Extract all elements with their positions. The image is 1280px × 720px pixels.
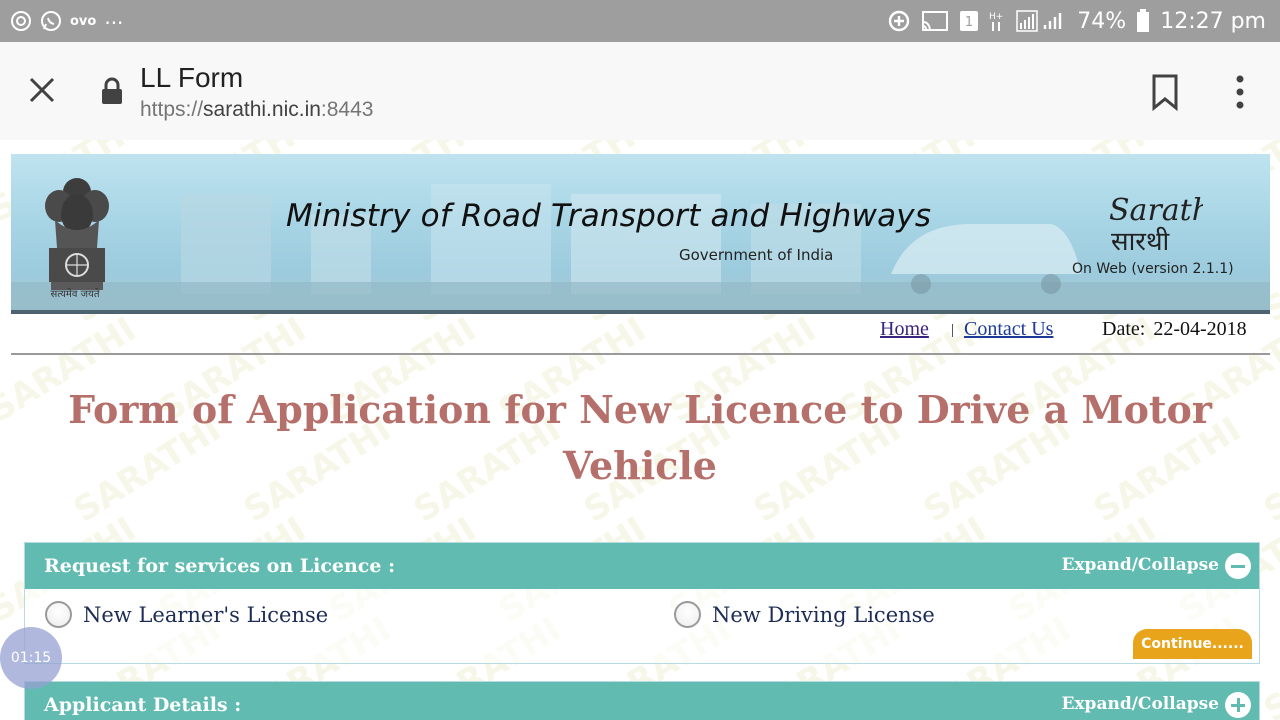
ovo-app-label: ovo — [70, 13, 97, 29]
radio-new-learners-license[interactable] — [45, 601, 72, 628]
overflow-menu-icon[interactable] — [1226, 72, 1254, 112]
radio-new-driving-license[interactable] — [674, 601, 701, 628]
home-link[interactable]: Home — [880, 318, 929, 341]
current-date: Date: 22-04-2018 — [1102, 318, 1247, 341]
bookmark-icon[interactable] — [1148, 72, 1182, 112]
expand-collapse-toggle[interactable]: Expand/Collapse — [1061, 694, 1219, 714]
signal-strength-icon — [1015, 9, 1067, 33]
data-saver-icon — [887, 9, 911, 33]
battery-percent: 74% — [1077, 8, 1127, 34]
option-new-learners-license[interactable]: New Learner's License — [45, 601, 328, 628]
camera-icon — [10, 10, 32, 32]
form-title: Form of Application for New Licence to D… — [68, 387, 1212, 488]
network-hplus-icon: H+ — [989, 9, 1005, 33]
expand-collapse-toggle[interactable]: Expand/Collapse — [1061, 555, 1219, 575]
sarathi-logo: Sarathi सारथी — [1109, 193, 1203, 254]
collapse-icon[interactable] — [1225, 553, 1251, 579]
browser-toolbar: LL Form https://sarathi.nic.in:8443 — [0, 42, 1280, 140]
sim-card-icon: 1 — [959, 10, 979, 32]
sim-number: 1 — [965, 15, 973, 30]
applicant-details-title: Applicant Details : — [44, 694, 242, 716]
status-bar: ovo ... 1 H+ 74% 12:27 pm — [0, 0, 1280, 42]
government-name: Government of India — [679, 246, 834, 264]
national-emblem-icon — [45, 178, 109, 290]
applicant-details-panel-header[interactable]: Applicant Details : Expand/Collapse — [25, 682, 1259, 720]
battery-icon — [1136, 9, 1150, 33]
whatsapp-icon — [40, 10, 62, 32]
option-label: New Learner's License — [83, 602, 329, 627]
cast-icon — [921, 10, 949, 32]
recording-timer-overlay[interactable]: 01:15 — [0, 627, 62, 689]
nav-bar: Home | Contact Us Date: 22-04-2018 — [0, 316, 1270, 348]
page-title: LL Form — [140, 62, 244, 93]
ministry-name: Ministry of Road Transport and Highways — [286, 198, 932, 234]
lock-icon[interactable] — [100, 76, 124, 106]
url-display[interactable]: https://sarathi.nic.in:8443 — [140, 98, 373, 122]
watermark-text: SARATHI — [1256, 609, 1280, 720]
divider — [11, 353, 1270, 355]
continue-button[interactable]: Continue...... — [1133, 629, 1252, 659]
header-banner: सत्यमेव जयते Ministry of Road Transport … — [11, 154, 1270, 314]
contact-us-link[interactable]: Contact Us — [964, 318, 1053, 341]
close-tab-button[interactable] — [22, 70, 62, 110]
expand-icon[interactable] — [1225, 692, 1251, 718]
applicant-details-panel: Applicant Details : Expand/Collapse — [24, 681, 1260, 720]
sarathi-logo-text: Sarathi — [1109, 193, 1203, 228]
url-host: sarathi.nic.in — [203, 98, 321, 121]
date-value: 22-04-2018 — [1153, 318, 1247, 340]
road-scene-image — [11, 184, 1270, 310]
nav-separator: | — [951, 322, 955, 338]
more-notifications: ... — [104, 5, 124, 29]
web-page: SARATHI SARATHI SARATHI SARATHI SARATHI SARAT… — [0, 140, 1280, 720]
services-panel-title: Request for services on Licence : — [44, 555, 396, 577]
clock: 12:27 pm — [1160, 8, 1266, 34]
sarathi-logo-hindi: सारथी — [1111, 226, 1171, 254]
date-label: Date: — [1102, 318, 1146, 340]
svg-text:H+: H+ — [989, 12, 1003, 22]
close-icon — [29, 77, 55, 103]
url-scheme: https:// — [140, 98, 204, 121]
url-port: :8443 — [320, 98, 374, 121]
version-text: On Web (version 2.1.1) — [1072, 261, 1234, 277]
option-new-driving-license[interactable]: New Driving License — [674, 601, 935, 628]
option-label: New Driving License — [712, 602, 935, 627]
watermark-text: SARATHI — [1256, 409, 1280, 531]
services-panel: Request for services on Licence : Expand… — [24, 542, 1260, 664]
emblem-motto: सत्यमेव जयते — [50, 289, 100, 300]
services-panel-header[interactable]: Request for services on Licence : Expand… — [25, 543, 1259, 589]
